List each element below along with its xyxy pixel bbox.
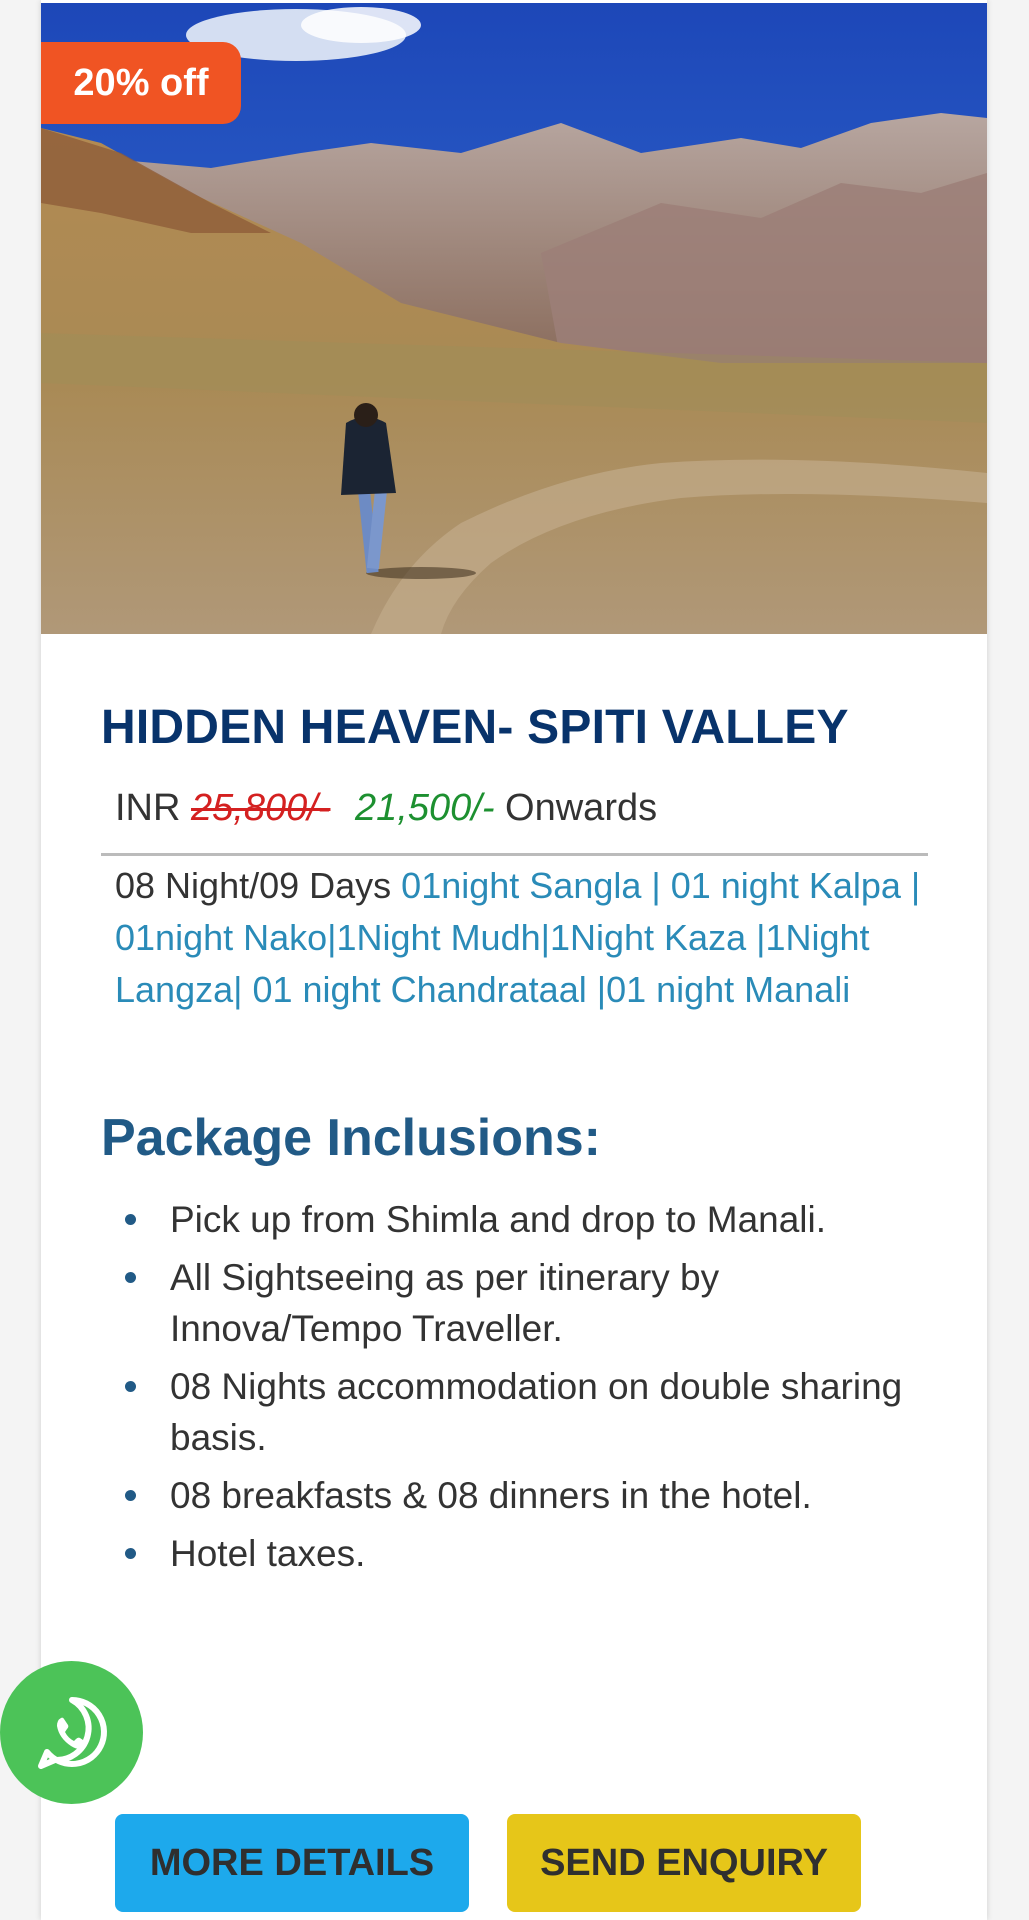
list-item: Hotel taxes. — [101, 1528, 941, 1579]
inclusion-text: 08 breakfasts & 08 dinners in the hotel. — [170, 1475, 812, 1516]
package-title: HIDDEN HEAVEN- SPITI VALLEY — [101, 701, 849, 754]
discount-badge: 20% off — [41, 42, 241, 124]
inclusion-text: Pick up from Shimla and drop to Manali. — [170, 1199, 827, 1240]
bullet-dot-icon — [125, 1548, 136, 1559]
inclusion-text: All Sightseeing as per itinerary by Inno… — [170, 1257, 720, 1349]
new-price: 21,500/- — [355, 787, 495, 829]
bullet-dot-icon — [125, 1214, 136, 1225]
price-row: INR 25,800/- 21,500/- Onwards — [115, 787, 657, 830]
duration-text: 08 Night/09 Days — [115, 865, 392, 906]
list-item: 08 Nights accommodation on double sharin… — [101, 1361, 941, 1463]
whatsapp-icon — [37, 1696, 107, 1769]
inclusion-text: Hotel taxes. — [170, 1533, 366, 1574]
duration-route: 08 Night/09 Days 01night Sangla | 01 nig… — [115, 860, 935, 1016]
list-item: 08 breakfasts & 08 dinners in the hotel. — [101, 1470, 941, 1521]
inclusion-text: 08 Nights accommodation on double sharin… — [170, 1366, 903, 1458]
list-item: All Sightseeing as per itinerary by Inno… — [101, 1252, 941, 1354]
currency-label: INR — [115, 787, 181, 829]
whatsapp-button[interactable] — [0, 1661, 143, 1804]
bullet-dot-icon — [125, 1490, 136, 1501]
divider — [101, 853, 928, 856]
old-price: 25,800/- — [191, 787, 331, 829]
price-suffix: Onwards — [505, 787, 658, 829]
bullet-dot-icon — [125, 1381, 136, 1392]
inclusions-list: Pick up from Shimla and drop to Manali. … — [101, 1194, 941, 1586]
bullet-dot-icon — [125, 1272, 136, 1283]
package-card: 20% off HIDDEN HEAVEN- SPITI VALLEY INR … — [41, 0, 987, 1920]
list-item: Pick up from Shimla and drop to Manali. — [101, 1194, 941, 1245]
send-enquiry-button[interactable]: SEND ENQUIRY — [507, 1814, 861, 1912]
inclusions-heading: Package Inclusions: — [101, 1109, 601, 1167]
more-details-button[interactable]: MORE DETAILS — [115, 1814, 469, 1912]
